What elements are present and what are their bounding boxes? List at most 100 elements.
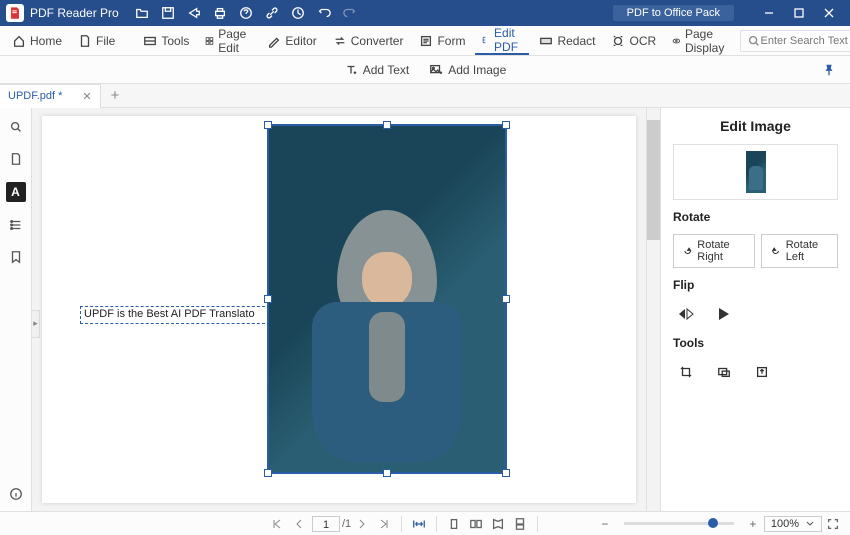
resize-handle-tr[interactable] bbox=[502, 121, 510, 129]
open-folder-icon[interactable] bbox=[135, 6, 149, 20]
scrollbar-thumb[interactable] bbox=[647, 120, 660, 240]
menu-tools-label: Tools bbox=[161, 34, 189, 48]
menu-page-edit-label: Page Edit bbox=[218, 27, 251, 55]
menu-redact[interactable]: Redact bbox=[533, 27, 601, 55]
sync-icon[interactable] bbox=[291, 6, 305, 20]
menu-page-display-label: Page Display bbox=[685, 27, 730, 55]
zoom-slider-thumb[interactable] bbox=[708, 518, 718, 528]
redo-icon[interactable] bbox=[343, 6, 357, 20]
replace-icon[interactable] bbox=[711, 360, 737, 384]
zoom-out-button[interactable]: − bbox=[594, 514, 616, 534]
next-page-button[interactable] bbox=[351, 514, 373, 534]
rotate-right-button[interactable]: Rotate Right bbox=[673, 234, 755, 268]
save-icon[interactable] bbox=[161, 6, 175, 20]
resize-handle-br[interactable] bbox=[502, 469, 510, 477]
menu-converter-label: Converter bbox=[351, 34, 404, 48]
vertical-scrollbar[interactable] bbox=[646, 108, 660, 511]
menu-ocr[interactable]: OCR bbox=[605, 27, 662, 55]
menu-page-display[interactable]: Page Display bbox=[666, 27, 735, 55]
flip-horizontal-icon[interactable] bbox=[673, 302, 699, 326]
menu-file[interactable]: File bbox=[72, 27, 121, 55]
left-grip-icon[interactable]: ▸ bbox=[32, 310, 40, 338]
canvas-area: ▸ UPDF is the Best AI PDF Translato bbox=[32, 108, 660, 511]
menu-page-edit[interactable]: Page Edit bbox=[199, 27, 257, 55]
edit-sub-toolbar: Add Text Add Image bbox=[0, 56, 850, 84]
page-number-input[interactable]: 1 bbox=[312, 516, 340, 532]
zoom-slider[interactable] bbox=[624, 522, 734, 525]
last-page-button[interactable] bbox=[373, 514, 395, 534]
workspace: A ▸ UPDF is the Best AI PDF Translato bbox=[0, 108, 850, 511]
rotate-section-label: Rotate bbox=[673, 210, 838, 224]
add-text-label: Add Text bbox=[363, 63, 409, 77]
resize-handle-tm[interactable] bbox=[383, 121, 391, 129]
fullscreen-icon[interactable] bbox=[822, 514, 844, 534]
add-image-button[interactable]: Add Image bbox=[429, 63, 506, 77]
thumbnails-icon[interactable] bbox=[7, 150, 25, 168]
tab-strip: UPDF.pdf * ✕ + bbox=[0, 84, 850, 108]
close-tab-icon[interactable]: ✕ bbox=[82, 90, 91, 103]
pin-icon[interactable] bbox=[822, 63, 836, 77]
menu-ocr-label: OCR bbox=[629, 34, 656, 48]
menu-file-label: File bbox=[96, 34, 115, 48]
menu-converter[interactable]: Converter bbox=[327, 27, 410, 55]
tools-section-label: Tools bbox=[673, 336, 838, 350]
print-icon[interactable] bbox=[213, 6, 227, 20]
link-icon[interactable] bbox=[265, 6, 279, 20]
crop-icon[interactable] bbox=[673, 360, 699, 384]
fit-width-icon[interactable] bbox=[408, 514, 430, 534]
menu-tools[interactable]: Tools bbox=[137, 27, 195, 55]
single-page-icon[interactable] bbox=[443, 514, 465, 534]
new-tab-button[interactable]: + bbox=[101, 87, 130, 104]
close-button[interactable] bbox=[814, 0, 844, 26]
prev-page-button[interactable] bbox=[288, 514, 310, 534]
footer-separator bbox=[537, 516, 538, 532]
resize-handle-mr[interactable] bbox=[502, 295, 510, 303]
minimize-button[interactable] bbox=[754, 0, 784, 26]
menu-editor-label: Editor bbox=[285, 34, 316, 48]
image-content bbox=[302, 192, 472, 472]
rotate-left-button[interactable]: Rotate Left bbox=[761, 234, 838, 268]
zoom-dropdown[interactable]: 100% bbox=[764, 516, 822, 532]
footer-separator bbox=[436, 516, 437, 532]
document-page[interactable]: UPDF is the Best AI PDF Translato bbox=[42, 116, 636, 503]
search-input[interactable] bbox=[761, 35, 850, 47]
resize-handle-tl[interactable] bbox=[264, 121, 272, 129]
menu-editor[interactable]: Editor bbox=[261, 27, 322, 55]
reading-mode-icon[interactable] bbox=[509, 514, 531, 534]
resize-handle-ml[interactable] bbox=[264, 295, 272, 303]
edit-image-panel: Edit Image Rotate Rotate Right Rotate Le… bbox=[660, 108, 850, 511]
menu-edit-pdf-label: Edit PDF bbox=[494, 26, 523, 54]
add-text-button[interactable]: Add Text bbox=[344, 63, 409, 77]
share-icon[interactable] bbox=[187, 6, 201, 20]
outline-icon[interactable] bbox=[7, 216, 25, 234]
resize-handle-bm[interactable] bbox=[383, 469, 391, 477]
menu-redact-label: Redact bbox=[557, 34, 595, 48]
resize-handle-bl[interactable] bbox=[264, 469, 272, 477]
zoom-in-button[interactable]: + bbox=[742, 514, 764, 534]
menu-edit-pdf[interactable]: Edit PDF bbox=[475, 27, 529, 55]
menu-home-label: Home bbox=[30, 34, 62, 48]
bookmarks-icon[interactable] bbox=[7, 248, 25, 266]
maximize-button[interactable] bbox=[784, 0, 814, 26]
two-page-icon[interactable] bbox=[465, 514, 487, 534]
promo-pill[interactable]: PDF to Office Pack bbox=[613, 5, 734, 21]
first-page-button[interactable] bbox=[266, 514, 288, 534]
menu-home[interactable]: Home bbox=[6, 27, 68, 55]
info-icon[interactable] bbox=[7, 485, 25, 503]
image-preview bbox=[673, 144, 838, 200]
document-tab-label: UPDF.pdf * bbox=[8, 90, 62, 102]
menu-form[interactable]: Form bbox=[413, 27, 471, 55]
selected-image[interactable] bbox=[267, 124, 507, 474]
search-box[interactable] bbox=[740, 30, 850, 52]
help-icon[interactable] bbox=[239, 6, 253, 20]
annotations-icon[interactable]: A bbox=[6, 182, 26, 202]
add-image-label: Add Image bbox=[448, 63, 506, 77]
flip-vertical-icon[interactable] bbox=[711, 302, 737, 326]
document-tab[interactable]: UPDF.pdf * ✕ bbox=[0, 84, 101, 108]
export-icon[interactable] bbox=[749, 360, 775, 384]
undo-icon[interactable] bbox=[317, 6, 331, 20]
book-view-icon[interactable] bbox=[487, 514, 509, 534]
rotate-right-label: Rotate Right bbox=[697, 239, 746, 263]
find-icon[interactable] bbox=[7, 118, 25, 136]
text-box[interactable]: UPDF is the Best AI PDF Translato bbox=[80, 306, 270, 324]
